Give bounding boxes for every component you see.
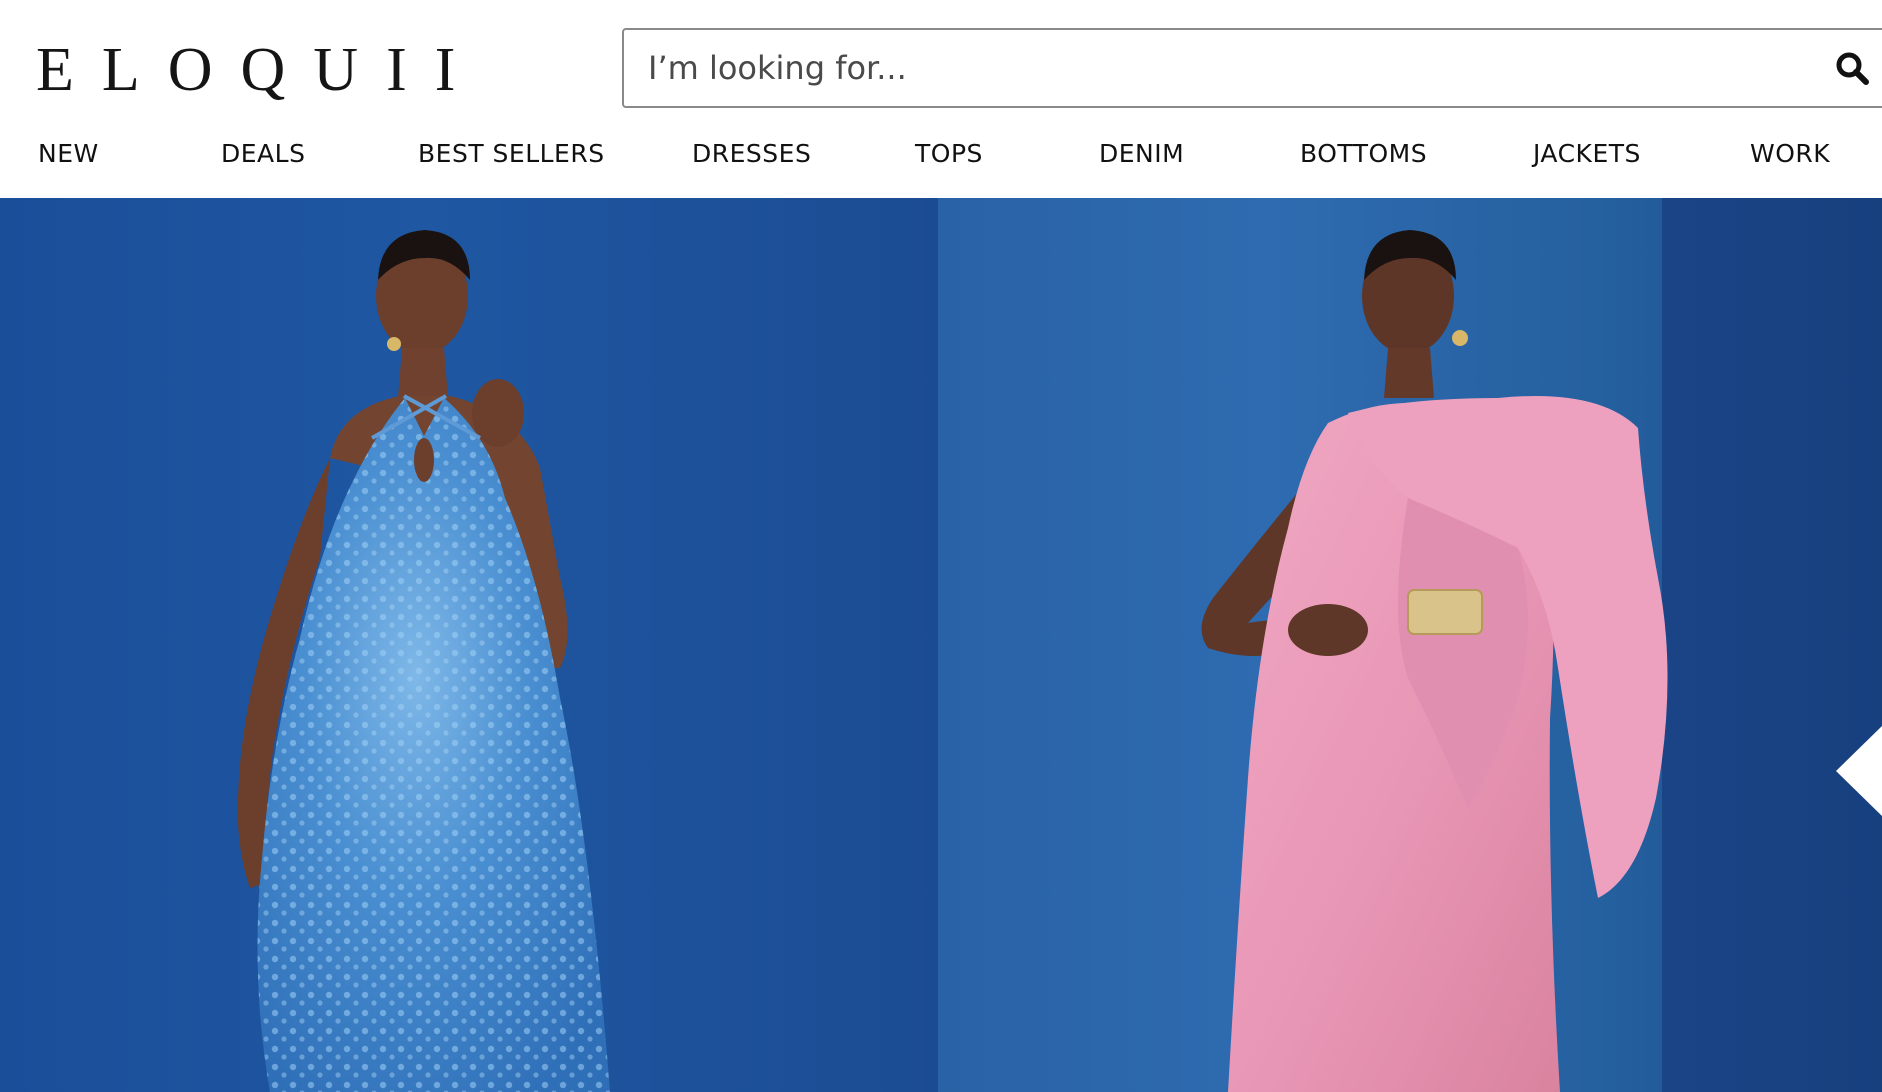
site-header: ELOQUII NEW DEALS BEST SELLERS DRESSES T…	[0, 0, 1882, 198]
hero-slide-pink-bow-gown[interactable]	[938, 198, 1882, 1092]
main-navigation: NEW DEALS BEST SELLERS DRESSES TOPS DENI…	[0, 136, 1882, 172]
nav-item-denim[interactable]: DENIM	[1099, 136, 1184, 172]
hero-carousel	[0, 198, 1882, 1092]
nav-item-jackets[interactable]: JACKETS	[1533, 136, 1641, 172]
hero-slide-blue-sequin-dress[interactable]	[0, 198, 938, 1092]
nav-item-dresses[interactable]: DRESSES	[692, 136, 811, 172]
search-input[interactable]	[624, 30, 1804, 106]
eloquii-logo[interactable]: ELOQUII	[36, 36, 483, 104]
nav-item-work[interactable]: WORK	[1750, 136, 1830, 172]
search-icon[interactable]	[1834, 50, 1870, 86]
nav-item-deals[interactable]: DEALS	[221, 136, 305, 172]
chevron-left-icon[interactable]	[1836, 726, 1882, 816]
nav-item-best-sellers[interactable]: BEST SELLERS	[418, 136, 605, 172]
search-bar	[622, 28, 1882, 108]
nav-item-bottoms[interactable]: BOTTOMS	[1300, 136, 1427, 172]
nav-item-tops[interactable]: TOPS	[915, 136, 983, 172]
nav-item-new[interactable]: NEW	[38, 136, 99, 172]
